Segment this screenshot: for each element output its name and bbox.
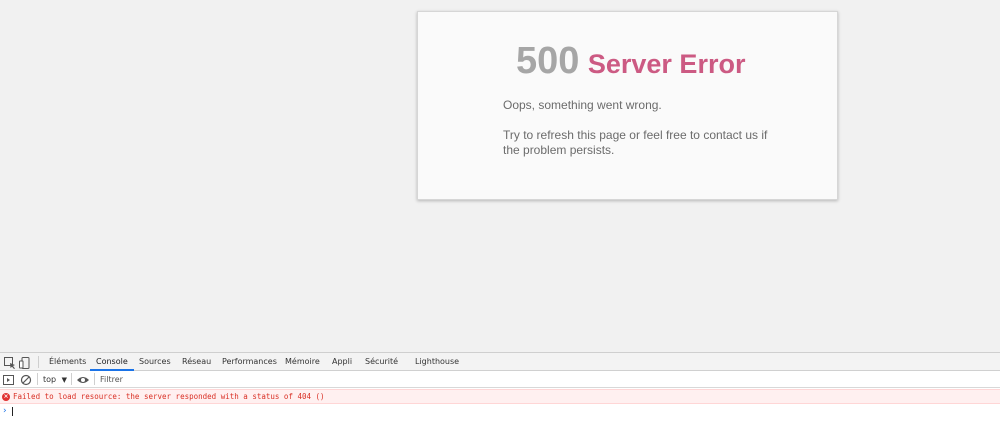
clear-console-icon[interactable] bbox=[19, 372, 33, 386]
error-heading: 500 Server Error bbox=[516, 40, 745, 83]
console-error-message: × Failed to load resource: the server re… bbox=[0, 389, 1000, 404]
tab-elements[interactable]: Éléments bbox=[49, 353, 86, 371]
tab-console[interactable]: Console bbox=[90, 353, 134, 371]
toolbar-divider bbox=[71, 373, 72, 385]
device-toolbar-icon[interactable] bbox=[18, 355, 32, 369]
tab-network[interactable]: Réseau bbox=[182, 353, 211, 371]
toolbar-divider bbox=[37, 373, 38, 385]
inspect-element-icon[interactable] bbox=[3, 355, 17, 369]
tab-application[interactable]: Appli bbox=[332, 353, 352, 371]
console-prompt[interactable]: › bbox=[0, 404, 1000, 418]
tab-memory[interactable]: Mémoire bbox=[285, 353, 320, 371]
error-icon: × bbox=[2, 393, 10, 401]
tab-lighthouse[interactable]: Lighthouse bbox=[415, 353, 459, 371]
error-code: 500 bbox=[516, 40, 580, 82]
error-card: 500 Server Error Oops, something went wr… bbox=[417, 11, 838, 200]
tabbar-divider bbox=[38, 356, 39, 368]
devtools-panel: Éléments Console Sources Réseau Performa… bbox=[0, 352, 1000, 441]
tab-sources[interactable]: Sources bbox=[139, 353, 171, 371]
context-label: top bbox=[43, 375, 57, 384]
tab-performance[interactable]: Performances bbox=[222, 353, 277, 371]
console-error-text: Failed to load resource: the server resp… bbox=[13, 392, 325, 401]
text-caret bbox=[12, 407, 13, 416]
context-selector[interactable]: top ▼ bbox=[43, 373, 67, 386]
prompt-chevron-icon: › bbox=[3, 406, 7, 416]
tab-security[interactable]: Sécurité bbox=[365, 353, 398, 371]
error-label: Server Error bbox=[587, 49, 746, 79]
devtools-tabbar: Éléments Console Sources Réseau Performa… bbox=[0, 353, 1000, 371]
toolbar-divider bbox=[94, 373, 95, 385]
chevron-down-icon: ▼ bbox=[61, 376, 68, 384]
error-help-text: Try to refresh this page or feel free to… bbox=[503, 128, 768, 157]
console-filter-input[interactable] bbox=[100, 373, 400, 386]
show-sidebar-icon[interactable] bbox=[2, 372, 16, 386]
live-expression-eye-icon[interactable] bbox=[76, 372, 90, 386]
console-toolbar: top ▼ bbox=[0, 371, 1000, 388]
page-viewport: 500 Server Error Oops, something went wr… bbox=[0, 0, 1000, 352]
error-message: Oops, something went wrong. bbox=[503, 98, 662, 112]
